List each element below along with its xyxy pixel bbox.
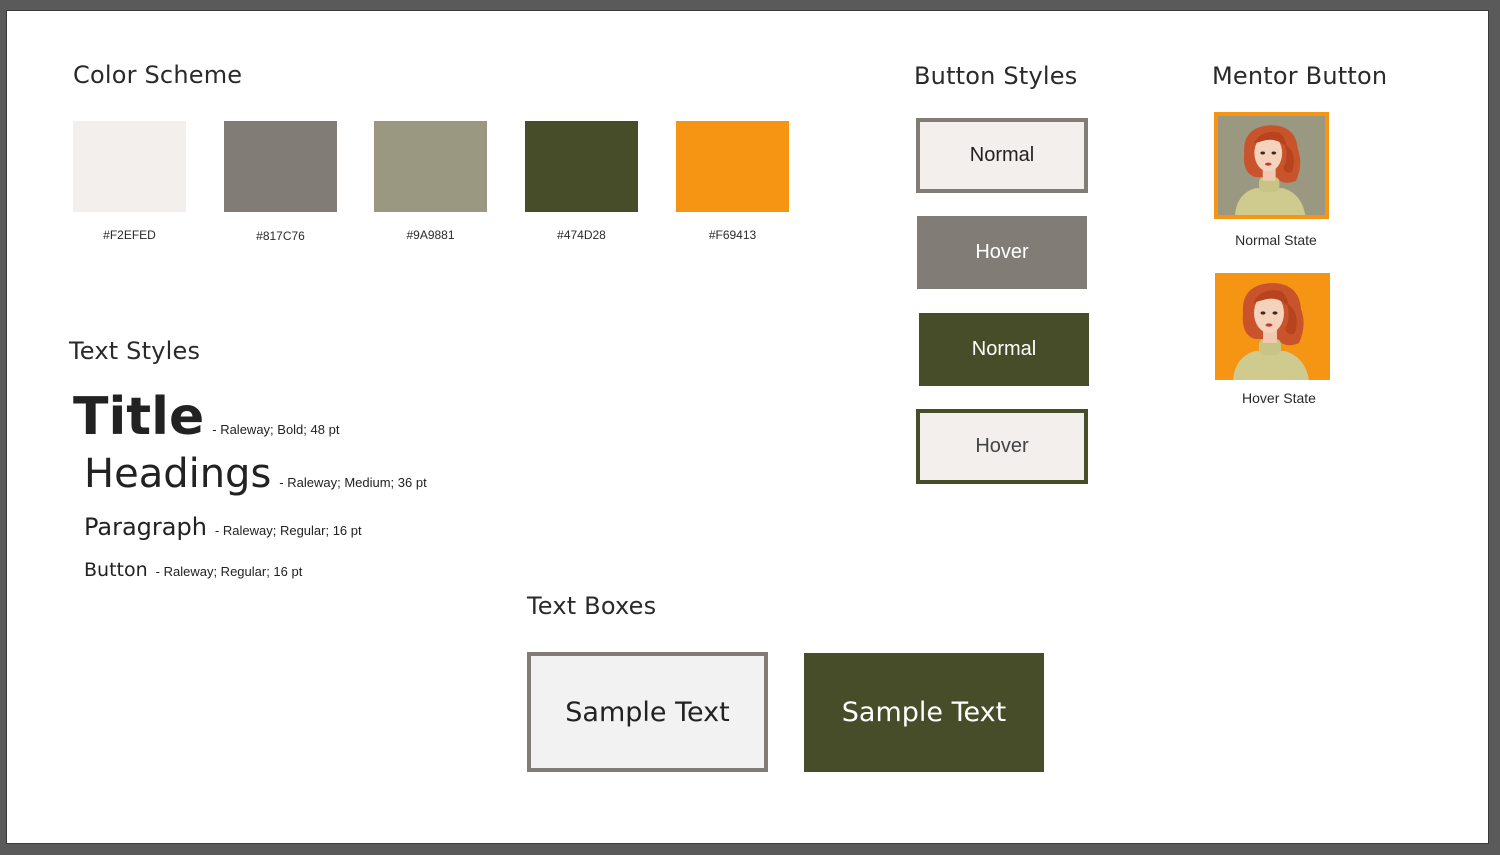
title-sample: Title: [73, 387, 205, 447]
text-boxes-title: Text Boxes: [527, 592, 657, 620]
hover-button-outlined[interactable]: Hover: [916, 409, 1088, 484]
text-style-title-row: Title - Raleway; Bold; 48 pt: [73, 387, 339, 447]
swatch-label: #F2EFED: [103, 228, 156, 242]
normal-button-light[interactable]: Normal: [916, 118, 1088, 193]
sample-textbox-light[interactable]: Sample Text: [527, 652, 768, 772]
swatch-olive: [525, 121, 638, 212]
swatch-label: #9A9881: [406, 228, 455, 242]
paragraph-note: - Raleway; Regular; 16 pt: [214, 523, 362, 538]
text-style-paragraph-row: Paragraph - Raleway; Regular; 16 pt: [84, 513, 362, 541]
button-styles-title: Button Styles: [914, 62, 1078, 90]
mentor-avatar-hover[interactable]: [1215, 273, 1330, 380]
paragraph-sample: Paragraph: [84, 513, 207, 541]
sample-textbox-olive[interactable]: Sample Text: [804, 653, 1044, 772]
text-styles-title: Text Styles: [69, 337, 201, 365]
swatch-orange: [676, 121, 789, 212]
swatch-light: [73, 121, 186, 212]
woman-portrait-icon: [1215, 273, 1330, 380]
button-sample: Button: [84, 559, 148, 581]
swatch-label: #817C76: [256, 229, 305, 243]
title-note: - Raleway; Bold; 48 pt: [212, 422, 340, 437]
text-style-heading-row: Headings - Raleway; Medium; 36 pt: [84, 451, 427, 497]
mentor-button-title: Mentor Button: [1212, 62, 1388, 90]
heading-note: - Raleway; Medium; 36 pt: [279, 475, 427, 490]
swatch-label: #F69413: [708, 228, 757, 242]
hover-button-gray[interactable]: Hover: [917, 216, 1087, 289]
swatch-gray: [224, 121, 337, 212]
style-guide-canvas: Color Scheme #F2EFED #817C76 #9A9881 #47…: [6, 10, 1489, 844]
button-note: - Raleway; Regular; 16 pt: [155, 564, 303, 579]
woman-portrait-icon: [1218, 116, 1325, 215]
hover-state-caption: Hover State: [1242, 390, 1316, 406]
swatch-label: #474D28: [557, 228, 606, 242]
normal-state-caption: Normal State: [1235, 232, 1317, 248]
text-style-button-row: Button - Raleway; Regular; 16 pt: [84, 559, 302, 581]
normal-button-olive[interactable]: Normal: [919, 313, 1089, 386]
swatch-sage: [374, 121, 487, 212]
color-scheme-title: Color Scheme: [73, 61, 243, 89]
mentor-avatar-normal[interactable]: [1214, 112, 1329, 219]
heading-sample: Headings: [84, 451, 272, 497]
